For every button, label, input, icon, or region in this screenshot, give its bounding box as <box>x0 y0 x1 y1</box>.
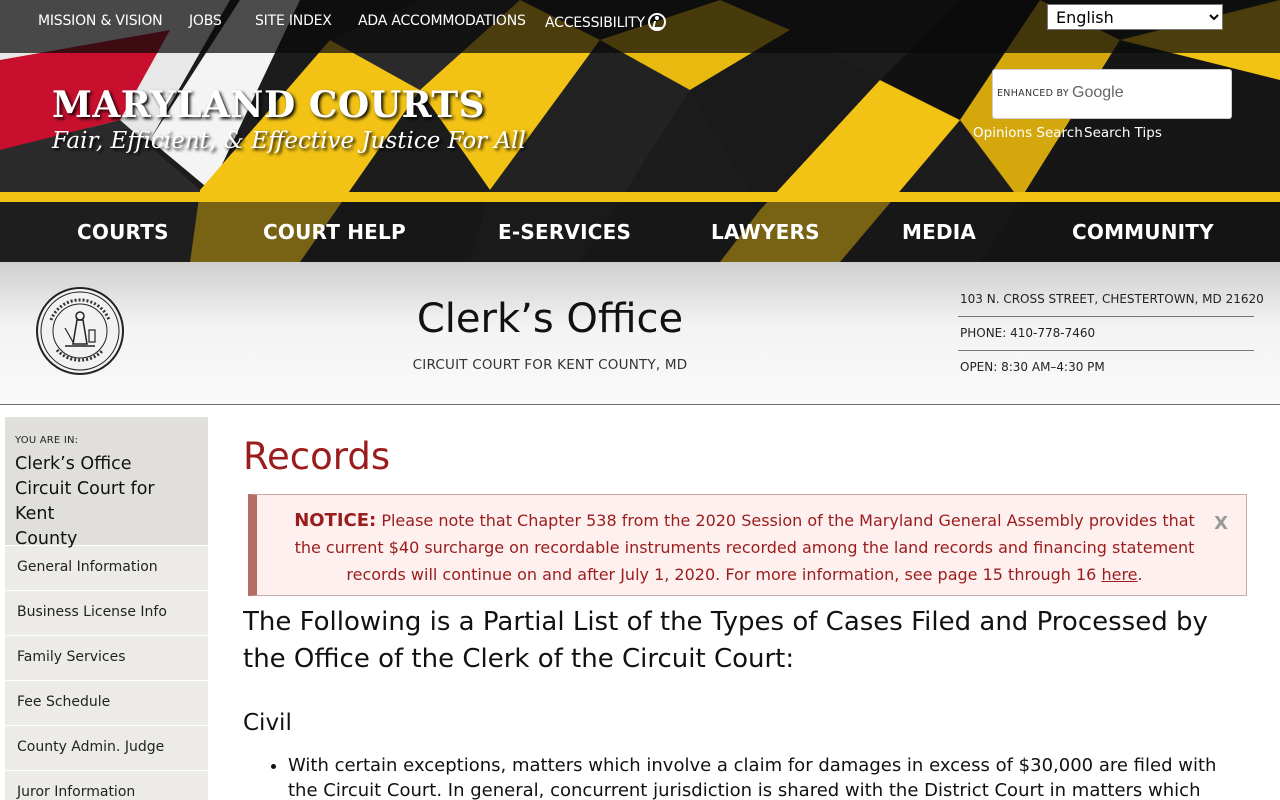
notice-label: NOTICE: <box>294 510 377 531</box>
section-heading-civil: Civil <box>243 710 292 736</box>
ada-accommodations-link[interactable]: ADA ACCOMMODATIONS <box>358 13 526 29</box>
search-enhanced-label: ENHANCED BY <box>997 88 1069 99</box>
main-content: Records NOTICE: Please note that Chapter… <box>243 417 1253 800</box>
sidebar-item-fee-schedule[interactable]: Fee Schedule <box>5 680 208 725</box>
accessibility-link[interactable]: ACCESSIBILITY <box>545 13 666 31</box>
notice-period: . <box>1137 565 1143 584</box>
page-title: Records <box>243 435 391 478</box>
site-index-link[interactable]: SITE INDEX <box>255 13 332 29</box>
office-phone: PHONE: 410-778-7460 <box>960 326 1096 340</box>
language-select[interactable]: English <box>1047 4 1223 30</box>
search-tips-link[interactable]: Search Tips <box>1084 125 1162 141</box>
mission-vision-link[interactable]: MISSION & VISION <box>38 13 163 29</box>
nav-lawyers[interactable]: LAWYERS <box>711 220 820 244</box>
nav-e-services[interactable]: E-SERVICES <box>498 220 631 244</box>
accessibility-icon <box>647 13 666 31</box>
notice-text: Please note that Chapter 538 from the 20… <box>294 511 1195 584</box>
sidebar-item-business-license-info[interactable]: Business License Info <box>5 590 208 635</box>
accessibility-label: ACCESSIBILITY <box>545 15 645 31</box>
intro-heading: The Following is a Partial List of the T… <box>243 607 1208 674</box>
gold-divider <box>0 192 1280 202</box>
site-tagline: Fair, Efficient, & Effective Justice For… <box>52 128 526 154</box>
office-subtitle: CIRCUIT COURT FOR KENT COUNTY, MD <box>412 357 688 373</box>
notice-here-link[interactable]: here <box>1101 565 1137 584</box>
notice-close-button[interactable]: X <box>1214 510 1228 537</box>
contact-divider <box>958 316 1254 317</box>
nav-community[interactable]: COMMUNITY <box>1072 220 1214 244</box>
search-input[interactable]: ENHANCED BY Google <box>992 69 1232 119</box>
opinions-search-link[interactable]: Opinions Search <box>973 125 1083 141</box>
office-hours: OPEN: 8:30 AM–4:30 PM <box>960 360 1105 374</box>
civil-list: With certain exceptions, matters which i… <box>288 753 1238 800</box>
sidebar-item-juror-information[interactable]: Juror Information <box>5 770 208 800</box>
google-logo-text: Google <box>1072 84 1124 101</box>
office-address: 103 N. CROSS STREET, CHESTERTOWN, MD 216… <box>960 292 1264 306</box>
main-navigation: COURTS COURT HELP E-SERVICES LAWYERS MED… <box>0 202 1280 262</box>
list-item: With certain exceptions, matters which i… <box>288 753 1238 800</box>
contact-divider <box>958 350 1254 351</box>
nav-court-help[interactable]: COURT HELP <box>263 220 406 244</box>
office-title: Clerk’s Office <box>416 296 684 342</box>
sidebar-item-county-admin-judge[interactable]: County Admin. Judge <box>5 725 208 770</box>
section-sidebar: YOU ARE IN: Clerk’s Office Circuit Court… <box>5 417 208 800</box>
site-banner: MISSION & VISION JOBS SITE INDEX ADA ACC… <box>0 0 1280 262</box>
you-are-in-label: YOU ARE IN: <box>15 435 79 446</box>
utility-bar: MISSION & VISION JOBS SITE INDEX ADA ACC… <box>0 0 1280 53</box>
notice-alert: NOTICE: Please note that Chapter 538 fro… <box>248 494 1247 596</box>
you-are-in-box: YOU ARE IN: Clerk’s Office Circuit Court… <box>5 417 208 549</box>
jobs-link[interactable]: JOBS <box>189 13 222 29</box>
office-header: Clerk’s Office CIRCUIT COURT FOR KENT CO… <box>0 262 1280 405</box>
sidebar-item-family-services[interactable]: Family Services <box>5 635 208 680</box>
location-line: Circuit Court for Kent <box>15 479 155 524</box>
nav-media[interactable]: MEDIA <box>902 220 976 244</box>
you-are-in-link[interactable]: Clerk’s Office Circuit Court for Kent Co… <box>15 452 198 552</box>
nav-courts[interactable]: COURTS <box>77 220 169 244</box>
location-line: Clerk’s Office <box>15 454 132 474</box>
site-title[interactable]: MARYLAND COURTS <box>52 84 485 126</box>
